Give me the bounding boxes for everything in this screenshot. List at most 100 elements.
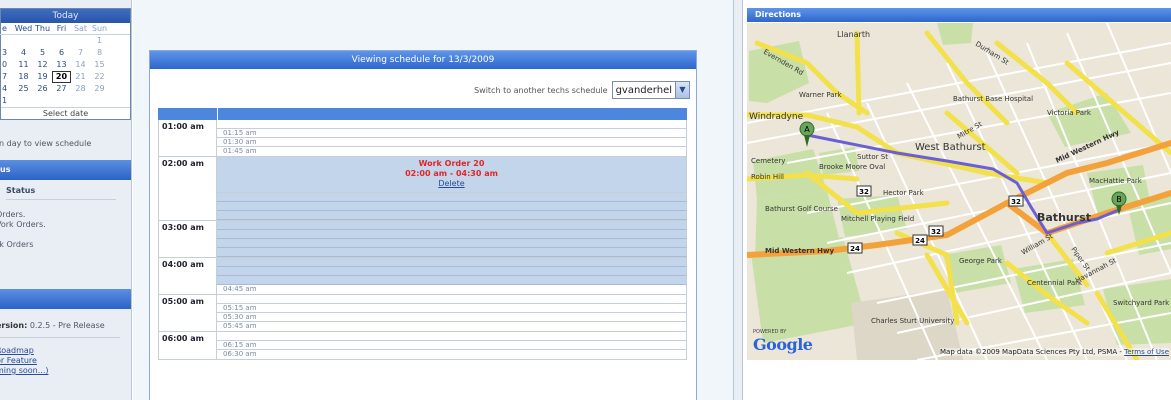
status-link-other-orders[interactable]: rk Orders [0,240,131,250]
schedule-title: Viewing schedule for 13/3/2009 [150,51,696,69]
calendar-day[interactable]: 26 [33,83,52,95]
status-section-header[interactable]: us [0,160,131,180]
calendar-day[interactable]: 0 [0,59,14,71]
hour-row: 03:00 am [158,221,687,258]
calendar-day[interactable]: 4 [0,83,14,95]
calendar-day[interactable]: 15 [90,59,109,71]
hour-row: 05:00 am 05:15 am 05:30 am 05:45 am [158,295,687,332]
time-slot[interactable] [217,120,687,129]
calendar-day[interactable]: 29 [90,83,109,95]
booked-slot [217,221,687,230]
tech-select-dropdown[interactable]: gvanderhel ▼ [611,81,690,99]
calendar-day[interactable]: 7 [71,47,90,59]
about-section-header[interactable] [0,289,131,309]
work-order-block[interactable]: Work Order 20 02:00 am - 04:30 am Delete [217,157,687,193]
work-order-title[interactable]: Work Order 20 [217,159,686,169]
time-slot[interactable]: 05:45 am [217,322,687,331]
calendar-day[interactable]: 13 [52,59,71,71]
calendar-day-header: e [2,24,7,33]
booked-slot [217,239,687,248]
map-label-victoria-park: Victoria Park [1047,109,1092,117]
hour-label: 06:00 am [158,332,217,359]
map-label-brooke-moore-oval: Brooke Moore Oval [819,163,885,171]
calendar-day[interactable]: 1 [0,95,14,107]
calendar-day[interactable]: 12 [33,59,52,71]
feature-request-link[interactable]: or Feature [0,356,131,366]
calendar-day[interactable]: 8 [90,47,109,59]
highway-32-shield: 32 [859,188,869,196]
calendar-week-row: 0 11 12 13 14 15 [0,59,130,71]
time-slot[interactable]: 01:15 am [217,129,687,138]
booked-slot [217,267,687,276]
status-link-work-orders[interactable]: Vork Orders. [0,220,131,230]
map-label-switchyard-park: Switchyard Park [1113,299,1170,307]
time-slot[interactable]: 01:30 am [217,138,687,147]
highway-24-shield: 24 [850,245,860,253]
roadmap-link[interactable]: Roadmap [0,346,131,356]
google-logo[interactable]: POWERED BY Google [753,329,813,354]
coming-soon-link[interactable]: ming soon...) [0,366,131,376]
chevron-down-icon[interactable]: ▼ [675,82,689,98]
about-panel: ersion: 0.2.5 - Pre Release Roadmap or F… [0,321,131,376]
calendar-day[interactable]: 1 [90,35,109,47]
calendar-day[interactable]: 18 [14,71,33,83]
map-label-llanarth: Llanarth [837,30,870,39]
calendar-day-grid: 1 3 4 5 6 7 8 0 11 12 13 14 15 7 18 19 20 21 22 4 25 26 27 28 29… [0,35,130,107]
time-slot[interactable] [217,332,687,341]
map-label-robin-hill: Robin Hill [751,173,784,181]
booked-slot [217,276,687,285]
terms-of-use-link[interactable]: Terms of Use [1124,348,1169,356]
calendar-day[interactable]: 5 [33,47,52,59]
calendar-day[interactable]: 25 [14,83,33,95]
calendar-day[interactable]: 19 [33,71,52,83]
calendar-today-link[interactable]: Today [1,9,130,23]
map-label-suttor-st: Suttor St [857,153,888,161]
version-info: ersion: 0.2.5 - Pre Release [0,321,131,330]
calendar-day[interactable]: 7 [0,71,14,83]
map-copyright-text: Map data ©2009 MapData Sciences Pty Ltd,… [940,348,1122,356]
hour-label: 01:00 am [158,120,217,156]
map-label-hospital: Bathurst Base Hospital [953,95,1033,103]
calendar-day [71,35,90,47]
directions-map[interactable]: A B 32 32 32 24 24 Llanarth Evernden Rd … [747,23,1171,360]
calendar-day[interactable]: 3 [0,47,14,59]
marker-a-label: A [804,125,810,134]
calendar-day[interactable]: 4 [14,47,33,59]
calendar-day[interactable]: 27 [52,83,71,95]
left-sidebar: Today e Wed Thu Fri Sat Sun 1 3 4 5 6 7 8 0 11 12 13 14 1… [0,0,132,400]
time-slot[interactable]: 04:45 am [217,285,687,294]
pane-divider[interactable] [733,0,743,400]
tech-select-value: gvanderhel [615,84,672,96]
calendar-day[interactable]: 21 [71,71,90,83]
time-slot[interactable]: 05:30 am [217,313,687,322]
time-slot[interactable]: 06:15 am [217,341,687,350]
marker-b-label: B [1116,195,1122,204]
calendar-day[interactable]: 22 [90,71,109,83]
google-wordmark: Google [753,335,813,354]
calendar-day[interactable]: 14 [71,59,90,71]
calendar-day[interactable]: 20 [52,71,71,83]
status-title: Status [6,186,116,200]
highway-32-shield: 32 [1011,198,1021,206]
schedule-main-area: Viewing schedule for 13/3/2009 Switch to… [133,0,733,400]
time-slot[interactable]: 05:15 am [217,304,687,313]
calendar-day[interactable]: 28 [71,83,90,95]
calendar-day [14,35,33,47]
status-link-orders[interactable]: Orders. [0,210,131,220]
calendar-day [33,95,52,107]
map-label-george-park: George Park [959,257,1003,265]
calendar-week-row: 1 [0,35,130,47]
calendar-day[interactable]: 11 [14,59,33,71]
map-canvas[interactable]: A B 32 32 32 24 24 Llanarth Evernden Rd … [747,23,1171,360]
map-label-hector-park: Hector Park [883,189,925,197]
calendar-day-header: Fri [56,24,67,33]
work-order-delete-link[interactable]: Delete [217,179,686,189]
highway-32-shield: 32 [931,228,941,236]
time-slot[interactable]: 01:45 am [217,147,687,156]
map-label-warner-park: Warner Park [799,91,842,99]
calendar-week-row: 4 25 26 27 28 29 [0,83,130,95]
time-slot[interactable] [217,295,687,304]
calendar-day[interactable]: 6 [52,47,71,59]
map-label-charles-sturt-university: Charles Sturt University [871,317,954,325]
time-slot[interactable]: 06:30 am [217,350,687,359]
